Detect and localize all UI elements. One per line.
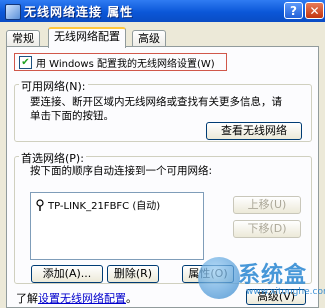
- watermark-logo-icon: [198, 257, 240, 299]
- watermark: 系统盒 www.xitonghe.com: [198, 255, 325, 305]
- available-networks-legend: 可用网络(N):: [19, 78, 88, 94]
- help-button[interactable]: ?: [284, 2, 303, 19]
- learn-prefix: 了解: [16, 292, 38, 305]
- list-item[interactable]: TP-LINK_21FBFC (自动): [35, 197, 160, 212]
- watermark-url: www.xitonghe.com: [246, 287, 325, 297]
- tab-wireless-networks[interactable]: 无线网络配置: [48, 27, 126, 48]
- move-up-button[interactable]: 上移(U): [233, 196, 301, 214]
- remove-button[interactable]: 删除(R): [107, 265, 159, 283]
- window-title: 无线网络连接 属性: [24, 5, 134, 19]
- watermark-brand: 系统盒: [238, 263, 308, 288]
- available-description-line2: 单击下面的按钮。: [30, 110, 114, 122]
- preferred-description: 按下面的顺序自动连接到一个可用网络:: [30, 165, 213, 177]
- windows-config-checkbox-row[interactable]: ✔ 用 Windows 配置我的无线网络设置(W): [14, 53, 227, 71]
- wireless-antenna-icon: [36, 198, 44, 211]
- preferred-networks-list[interactable]: TP-LINK_21FBFC (自动): [30, 192, 204, 260]
- windows-config-checkbox[interactable]: ✔: [19, 55, 32, 69]
- learn-suffix: 。: [126, 292, 137, 305]
- title-bar[interactable]: 无线网络连接 属性 ? ✕: [0, 0, 325, 22]
- network-name: TP-LINK_21FBFC (自动): [48, 201, 161, 212]
- setup-wireless-link[interactable]: 设置无线网络配置: [38, 292, 126, 305]
- tab-advanced[interactable]: 高级: [132, 30, 166, 47]
- move-down-button[interactable]: 下移(D): [233, 220, 301, 238]
- network-connection-icon: [5, 4, 21, 20]
- tab-general[interactable]: 常规: [6, 30, 40, 47]
- windows-config-label[interactable]: 用 Windows 配置我的无线网络设置(W): [36, 55, 215, 70]
- add-button[interactable]: 添加(A)...: [31, 265, 103, 283]
- view-wireless-networks-button[interactable]: 查看无线网络: [206, 122, 302, 140]
- learn-more-text: 了解设置无线网络配置。: [16, 290, 137, 306]
- available-description-line1: 要连接、断开区域内无线网络或查找有关更多信息，请: [30, 96, 282, 108]
- close-button[interactable]: ✕: [305, 2, 324, 19]
